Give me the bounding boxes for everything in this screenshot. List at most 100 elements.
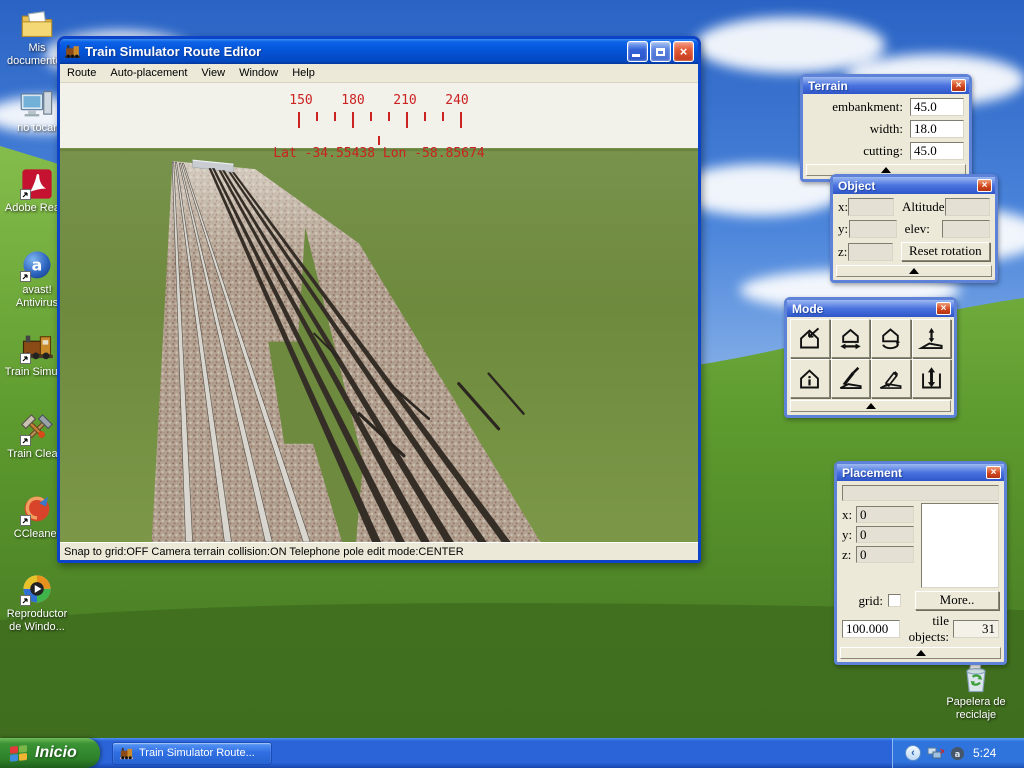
close-icon[interactable]: × xyxy=(977,179,992,192)
width-field[interactable]: 18.0 xyxy=(910,120,964,138)
shortcut-arrow-icon xyxy=(20,271,31,282)
shortcut-arrow-icon xyxy=(20,189,31,200)
avast-tray-icon[interactable]: a xyxy=(950,746,965,761)
mode-terrain-cut-button[interactable] xyxy=(831,359,871,398)
placement-palette: Placement × x: 0 y: 0 z: 0 g xyxy=(834,461,1007,665)
minimize-button[interactable] xyxy=(627,41,648,62)
close-button[interactable]: × xyxy=(673,41,694,62)
collapse-arrow-icon xyxy=(909,268,919,274)
desktop-icon-label: Reproductor de Windo... xyxy=(3,608,71,634)
close-icon[interactable]: × xyxy=(951,79,966,92)
computer-icon xyxy=(19,86,55,120)
mode-object-info-button[interactable] xyxy=(790,359,830,398)
menu-window[interactable]: Window xyxy=(232,65,285,81)
minimize-icon xyxy=(632,54,640,57)
menu-auto-placement[interactable]: Auto-placement xyxy=(103,65,194,81)
collapse-bar[interactable] xyxy=(836,265,992,277)
grid-checkbox[interactable] xyxy=(888,594,901,607)
maximize-button[interactable] xyxy=(650,41,671,62)
desktop-icon-recycle-bin[interactable]: Papelera de reciclaje xyxy=(936,660,1016,722)
embankment-label: embankment: xyxy=(808,99,910,115)
mode-buttons xyxy=(787,317,954,398)
scale-field[interactable]: 100.000 xyxy=(842,620,900,638)
placement-y-field[interactable]: 0 xyxy=(856,526,914,543)
route-editor-window: Train Simulator Route Editor × Route Aut… xyxy=(57,36,701,563)
shortcut-arrow-icon xyxy=(20,595,31,606)
compass-heading: 150 xyxy=(284,93,318,108)
menu-view[interactable]: View xyxy=(194,65,232,81)
placement-object-list[interactable] xyxy=(921,503,999,588)
compass-heading: 210 xyxy=(388,93,422,108)
rotate-object-icon xyxy=(877,325,904,352)
adobe-reader-icon xyxy=(19,166,55,200)
altitude-field[interactable] xyxy=(945,198,990,216)
object-z-field[interactable] xyxy=(848,243,892,261)
start-button[interactable]: Inicio xyxy=(0,738,100,768)
compass-headings: 150 180 210 240 xyxy=(284,93,474,108)
mode-object-terrain-height-button[interactable] xyxy=(912,319,952,358)
z-label: z: xyxy=(838,244,848,260)
shortcut-arrow-icon xyxy=(20,515,31,526)
svg-text:a: a xyxy=(955,748,961,758)
mode-move-object-button[interactable] xyxy=(831,319,871,358)
taskbar-button-route-editor[interactable]: Train Simulator Route... xyxy=(112,742,272,765)
train-icon xyxy=(19,330,55,364)
altitude-label: Altitude xyxy=(894,199,945,215)
taskbar: Inicio Train Simulator Route... ‹ × a 5:… xyxy=(0,738,1024,768)
mode-terrain-raise-lower-button[interactable] xyxy=(912,359,952,398)
elev-field[interactable] xyxy=(942,220,990,238)
terrain-paint-pencil-icon xyxy=(877,365,904,392)
placement-z-field[interactable]: 0 xyxy=(856,546,914,563)
train-window-icon[interactable] xyxy=(64,43,81,60)
placement-name-field[interactable] xyxy=(842,485,999,501)
tray-chevron-icon[interactable]: ‹ xyxy=(905,745,921,761)
collapse-arrow-icon xyxy=(866,403,876,409)
collapse-bar[interactable] xyxy=(840,647,1001,659)
terrain-palette: Terrain × embankment: 45.0 width: 18.0 c… xyxy=(800,74,972,182)
menu-bar: Route Auto-placement View Window Help xyxy=(60,64,698,83)
placement-palette-titlebar[interactable]: Placement × xyxy=(837,464,1004,481)
tile-objects-count: 31 xyxy=(953,620,999,638)
placement-x-field[interactable]: 0 xyxy=(856,506,914,523)
svg-text:×: × xyxy=(939,747,944,757)
viewport-3d[interactable]: 150 180 210 240 Lat -34.55438 Lon -58.85… xyxy=(60,83,698,542)
cutting-field[interactable]: 45.0 xyxy=(910,142,964,160)
mode-rotate-object-button[interactable] xyxy=(871,319,911,358)
terrain-palette-titlebar[interactable]: Terrain × xyxy=(803,77,969,94)
collapse-bar[interactable] xyxy=(790,400,951,412)
palette-title: Mode xyxy=(792,302,936,316)
object-x-field[interactable] xyxy=(848,198,893,216)
more-button[interactable]: More.. xyxy=(915,591,999,610)
network-disconnected-icon[interactable]: × xyxy=(927,746,944,761)
close-icon: × xyxy=(680,44,688,59)
close-icon[interactable]: × xyxy=(936,302,951,315)
x-label: x: xyxy=(842,507,856,523)
embankment-field[interactable]: 45.0 xyxy=(910,98,964,116)
menu-route[interactable]: Route xyxy=(60,65,103,81)
mode-place-object-button[interactable] xyxy=(790,319,830,358)
y-label: y: xyxy=(838,221,849,237)
tray-clock[interactable]: 5:24 xyxy=(973,746,996,760)
desktop: Mis documentos no tocar Adobe Rea 8 a av… xyxy=(0,0,1024,768)
object-y-field[interactable] xyxy=(849,220,897,238)
desktop-icon-label: Papelera de reciclaje xyxy=(936,696,1016,722)
train-icon xyxy=(119,746,134,761)
cutting-label: cutting: xyxy=(808,143,910,159)
mode-terrain-paint-button[interactable] xyxy=(871,359,911,398)
palette-title: Terrain xyxy=(808,79,951,93)
x-label: x: xyxy=(838,199,848,215)
menu-help[interactable]: Help xyxy=(285,65,322,81)
object-palette-titlebar[interactable]: Object × xyxy=(833,177,995,194)
reset-rotation-button[interactable]: Reset rotation xyxy=(901,242,990,261)
window-titlebar[interactable]: Train Simulator Route Editor × xyxy=(60,39,698,64)
collapse-arrow-icon xyxy=(881,167,891,173)
mode-palette-titlebar[interactable]: Mode × xyxy=(787,300,954,317)
lat-lon-readout: Lat -34.55438 Lon -58.85674 xyxy=(254,146,504,161)
windows-flag-icon xyxy=(8,742,30,764)
compass-ticks xyxy=(298,112,461,130)
object-terrain-height-icon xyxy=(918,325,945,352)
compass-heading: 240 xyxy=(440,93,474,108)
desktop-icon-media-player[interactable]: Reproductor de Windo... xyxy=(3,572,71,634)
ccleaner-icon xyxy=(19,492,55,526)
close-icon[interactable]: × xyxy=(986,466,1001,479)
